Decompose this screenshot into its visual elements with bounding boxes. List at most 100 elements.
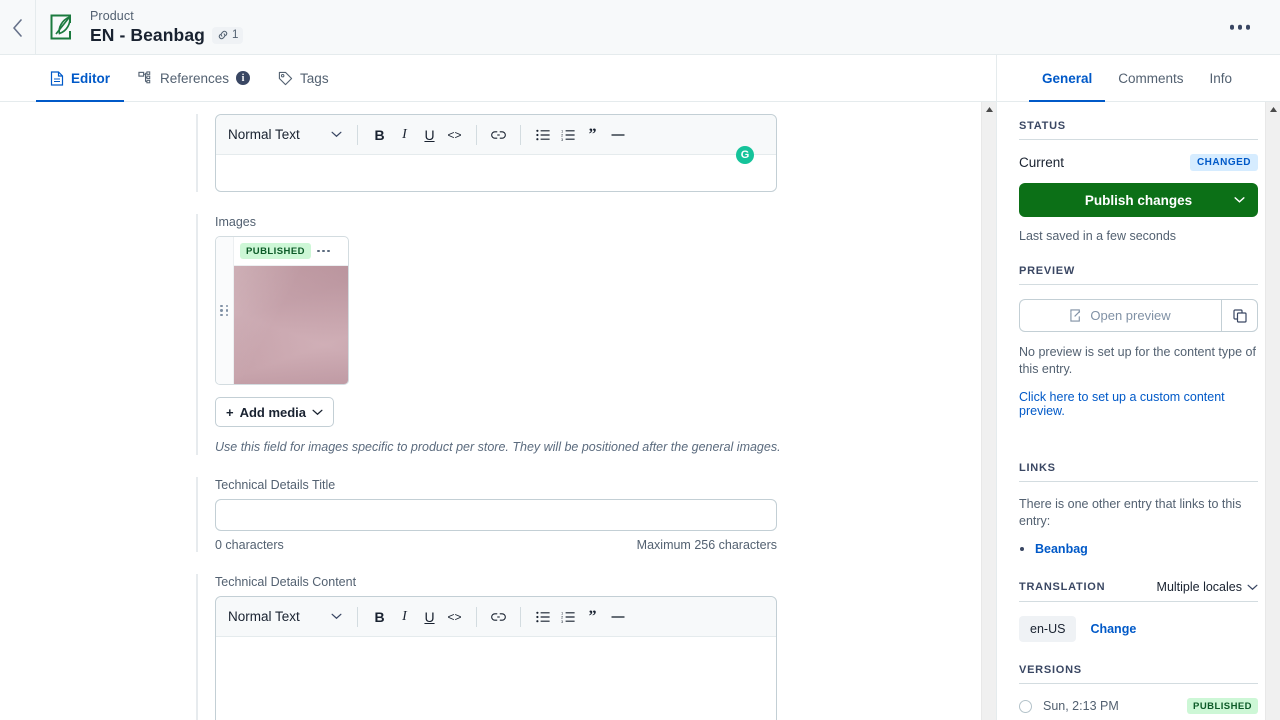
quote-button[interactable]: ” <box>580 604 605 629</box>
links-section-heading: LINKS <box>1019 462 1258 482</box>
tech-title-input[interactable] <box>215 499 777 531</box>
tech-content-label: Technical Details Content <box>215 575 357 589</box>
linked-entry-link[interactable]: Beanbag <box>1035 542 1088 556</box>
tab-editor[interactable]: Editor <box>36 56 124 102</box>
field-description: Normal Text B I U <> 1 2 3 ” G <box>196 114 996 192</box>
publish-changes-button[interactable]: Publish changes <box>1019 183 1258 217</box>
setup-preview-link[interactable]: Click here to set up a custom content pr… <box>1019 390 1258 418</box>
info-icon[interactable]: i <box>236 71 251 85</box>
incoming-links-count: 1 <box>231 29 239 41</box>
tab-references[interactable]: References i <box>124 56 264 102</box>
tech-content-rich-text-editor[interactable]: Normal Text B I U <> 1 2 3 ” <box>215 596 777 720</box>
tab-general-label: General <box>1042 70 1093 86</box>
svg-text:3: 3 <box>561 136 564 140</box>
chevron-left-icon <box>13 18 22 37</box>
bold-button[interactable]: B <box>367 604 392 629</box>
tech-title-label: Technical Details Title <box>215 478 336 492</box>
link-button[interactable] <box>486 604 511 629</box>
open-preview-label: Open preview <box>1090 308 1171 323</box>
text-style-select[interactable]: Normal Text <box>226 609 348 624</box>
bulleted-list-button[interactable] <box>530 604 555 629</box>
locales-select[interactable]: Multiple locales <box>1157 580 1258 594</box>
copy-icon <box>1232 308 1247 323</box>
text-style-select[interactable]: Normal Text <box>226 127 348 142</box>
chevron-down-icon <box>312 409 323 415</box>
horizontal-rule-button[interactable] <box>605 122 630 147</box>
toolbar-divider <box>357 606 358 627</box>
app-root: Product EN - Beanbag 1 Editor References… <box>0 0 1280 720</box>
numbered-list-button[interactable]: 1 2 3 <box>555 604 580 629</box>
bold-button[interactable]: B <box>367 122 392 147</box>
top-bar: Product EN - Beanbag 1 <box>0 0 1280 55</box>
tech-content-rte-body[interactable] <box>216 637 776 720</box>
content-type-label: Product <box>90 9 134 23</box>
images-label: Images <box>215 215 256 229</box>
preview-section-heading: PREVIEW <box>1019 265 1258 285</box>
media-drag-handle[interactable] <box>216 237 234 384</box>
code-button[interactable]: <> <box>442 604 467 629</box>
description-rich-text-editor[interactable]: Normal Text B I U <> 1 2 3 ” G <box>215 114 777 192</box>
more-horizontal-icon <box>1229 24 1234 30</box>
version-row[interactable]: Sun, 2:13 PM PUBLISHED <box>1019 698 1258 714</box>
field-images: Images PUBLISHED + Add media Use this fi… <box>196 214 996 455</box>
horizontal-rule-button[interactable] <box>605 604 630 629</box>
editor-scrollbar[interactable] <box>981 102 996 720</box>
locale-row: en-US Change <box>1019 616 1258 642</box>
translation-section-header: TRANSLATION Multiple locales <box>1019 580 1258 602</box>
toolbar-divider <box>476 124 477 145</box>
body-split: Editor References i Tags Normal Text B I… <box>0 55 1280 720</box>
document-icon <box>50 70 64 86</box>
link-button[interactable] <box>486 122 511 147</box>
app-logo <box>36 11 90 43</box>
version-radio[interactable] <box>1019 699 1032 713</box>
text-style-value: Normal Text <box>228 609 300 624</box>
toolbar-divider <box>476 606 477 627</box>
back-button[interactable] <box>0 0 36 55</box>
field-technical-details-content: Technical Details Content Normal Text B … <box>196 574 996 720</box>
media-actions-button[interactable] <box>316 249 331 253</box>
tab-general[interactable]: General <box>1029 56 1106 102</box>
scroll-up-arrow-icon[interactable] <box>982 102 996 117</box>
entry-actions-button[interactable] <box>1222 17 1259 38</box>
editor-scroll-area: Normal Text B I U <> 1 2 3 ” G Images PU… <box>0 102 996 720</box>
preview-row: Open preview <box>1019 299 1258 332</box>
rte-toolbar-description: Normal Text B I U <> 1 2 3 ” <box>216 115 776 155</box>
media-card[interactable]: PUBLISHED <box>215 236 349 385</box>
numbered-list-button[interactable]: 1 2 3 <box>555 122 580 147</box>
tab-comments-label: Comments <box>1118 70 1184 86</box>
leaf-square-logo <box>50 14 71 40</box>
field-technical-details-title: Technical Details Title 0 characters Max… <box>196 477 996 552</box>
sidebar-scrollbar[interactable] <box>1265 102 1280 720</box>
copy-preview-url-button[interactable] <box>1221 299 1258 332</box>
status-section-heading: STATUS <box>1019 120 1258 140</box>
toolbar-divider <box>357 124 358 145</box>
incoming-links-badge[interactable]: 1 <box>211 26 244 44</box>
linked-entries-list: Beanbag <box>1019 540 1258 558</box>
tab-tags[interactable]: Tags <box>264 56 343 102</box>
scroll-up-arrow-icon[interactable] <box>1266 102 1280 117</box>
bulleted-list-button[interactable] <box>530 122 555 147</box>
chevron-down-icon[interactable] <box>1234 197 1245 204</box>
tab-info[interactable]: Info <box>1197 56 1246 102</box>
toolbar-divider <box>520 124 521 145</box>
sidebar-scroll-area: STATUS Current CHANGED Publish changes L… <box>997 102 1280 720</box>
code-button[interactable]: <> <box>442 122 467 147</box>
tab-info-label: Info <box>1209 70 1233 86</box>
entry-title-block: Product EN - Beanbag 1 <box>90 8 244 46</box>
grammarly-badge-icon[interactable]: G <box>736 146 754 164</box>
sidebar-tab-bar: General Comments Info <box>997 55 1280 102</box>
media-thumbnail[interactable] <box>234 266 348 384</box>
italic-button[interactable]: I <box>392 604 417 629</box>
add-media-button[interactable]: + Add media <box>215 397 334 427</box>
change-locale-link[interactable]: Change <box>1090 622 1136 636</box>
description-rte-body[interactable]: G <box>216 146 776 191</box>
open-preview-button[interactable]: Open preview <box>1019 299 1221 332</box>
locale-chip: en-US <box>1019 616 1077 642</box>
tab-comments[interactable]: Comments <box>1105 56 1196 102</box>
underline-button[interactable]: U <box>417 122 442 147</box>
preview-note: No preview is set up for the content typ… <box>1019 345 1256 376</box>
quote-button[interactable]: ” <box>580 122 605 147</box>
italic-button[interactable]: I <box>392 122 417 147</box>
underline-button[interactable]: U <box>417 604 442 629</box>
chevron-down-icon <box>1247 584 1258 590</box>
